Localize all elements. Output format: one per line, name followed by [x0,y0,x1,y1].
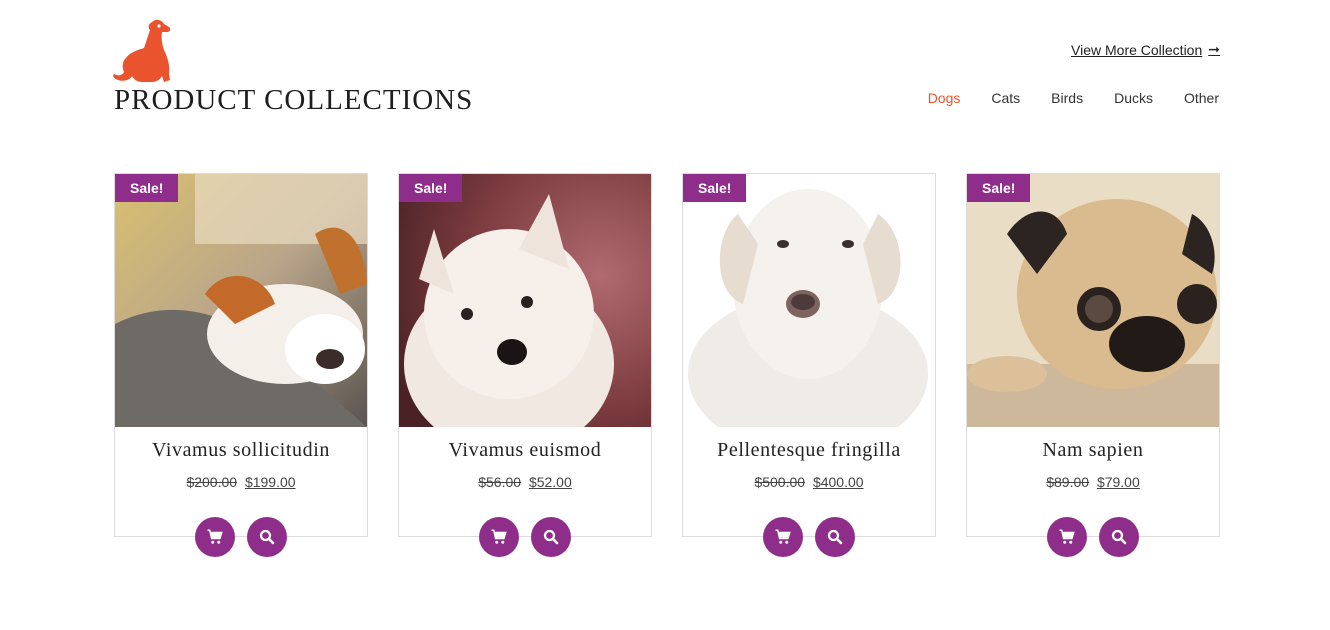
product-card: Sale! Vivamus euismod $56.00 $52.00 [398,173,652,557]
product-image[interactable]: Sale! [115,174,367,427]
cart-icon [491,529,507,544]
product-grid: Sale! Vivamus sollicitudin $200.00 $199.… [114,173,1220,557]
add-to-cart-button[interactable] [195,517,235,557]
old-price: $500.00 [754,474,806,490]
quick-view-button[interactable] [815,517,855,557]
quick-view-button[interactable] [531,517,571,557]
product-actions [683,517,935,557]
product-price: $56.00 $52.00 [399,474,651,490]
product-name[interactable]: Vivamus sollicitudin [115,439,367,465]
add-to-cart-button[interactable] [1047,517,1087,557]
filter-dogs[interactable]: Dogs [928,90,961,106]
product-name[interactable]: Pellentesque fringilla [683,439,935,465]
sale-price: $79.00 [1096,474,1140,490]
search-icon [543,529,559,545]
search-icon [827,529,843,545]
sale-badge: Sale! [115,174,179,202]
filter-other[interactable]: Other [1184,90,1219,106]
sale-price: $199.00 [244,474,296,490]
product-price: $200.00 $199.00 [115,474,367,490]
product-name[interactable]: Vivamus euismod [399,439,651,465]
quick-view-button[interactable] [1099,517,1139,557]
product-price: $500.00 $400.00 [683,474,935,490]
product-card: Sale! Pellentesque fringilla $500.00 $40… [682,173,936,557]
filter-birds[interactable]: Birds [1051,90,1083,106]
add-to-cart-button[interactable] [763,517,803,557]
product-image[interactable]: Sale! [399,174,651,427]
cart-icon [207,529,223,544]
page-title: PRODUCT COLLECTIONS [114,84,474,116]
sale-badge: Sale! [967,174,1031,202]
quick-view-button[interactable] [247,517,287,557]
view-more-label: View More Collection [1071,41,1203,58]
add-to-cart-button[interactable] [479,517,519,557]
cart-icon [1059,529,1075,544]
product-actions [115,517,367,557]
old-price: $89.00 [1046,474,1090,490]
product-image[interactable]: Sale! [967,174,1219,427]
search-icon [259,529,275,545]
product-card: Sale! Nam sapien $89.00 $79.00 [966,173,1220,557]
search-icon [1111,529,1127,545]
product-price: $89.00 $79.00 [967,474,1219,490]
product-actions [399,517,651,557]
old-price: $200.00 [186,474,238,490]
sale-price: $400.00 [812,474,864,490]
cart-icon [775,529,791,544]
sale-badge: Sale! [399,174,463,202]
dog-logo-icon [113,19,171,82]
product-image[interactable]: Sale! [683,174,935,427]
product-card: Sale! Vivamus sollicitudin $200.00 $199.… [114,173,368,557]
view-more-link[interactable]: View More Collection ➞ [1071,41,1220,58]
sale-price: $52.00 [528,474,572,490]
old-price: $56.00 [478,474,522,490]
product-name[interactable]: Nam sapien [967,439,1219,465]
filter-cats[interactable]: Cats [991,90,1020,106]
product-actions [967,517,1219,557]
category-filters: Dogs Cats Birds Ducks Other [928,90,1219,106]
filter-ducks[interactable]: Ducks [1114,90,1153,106]
arrow-right-icon: ➞ [1208,41,1220,57]
sale-badge: Sale! [683,174,747,202]
